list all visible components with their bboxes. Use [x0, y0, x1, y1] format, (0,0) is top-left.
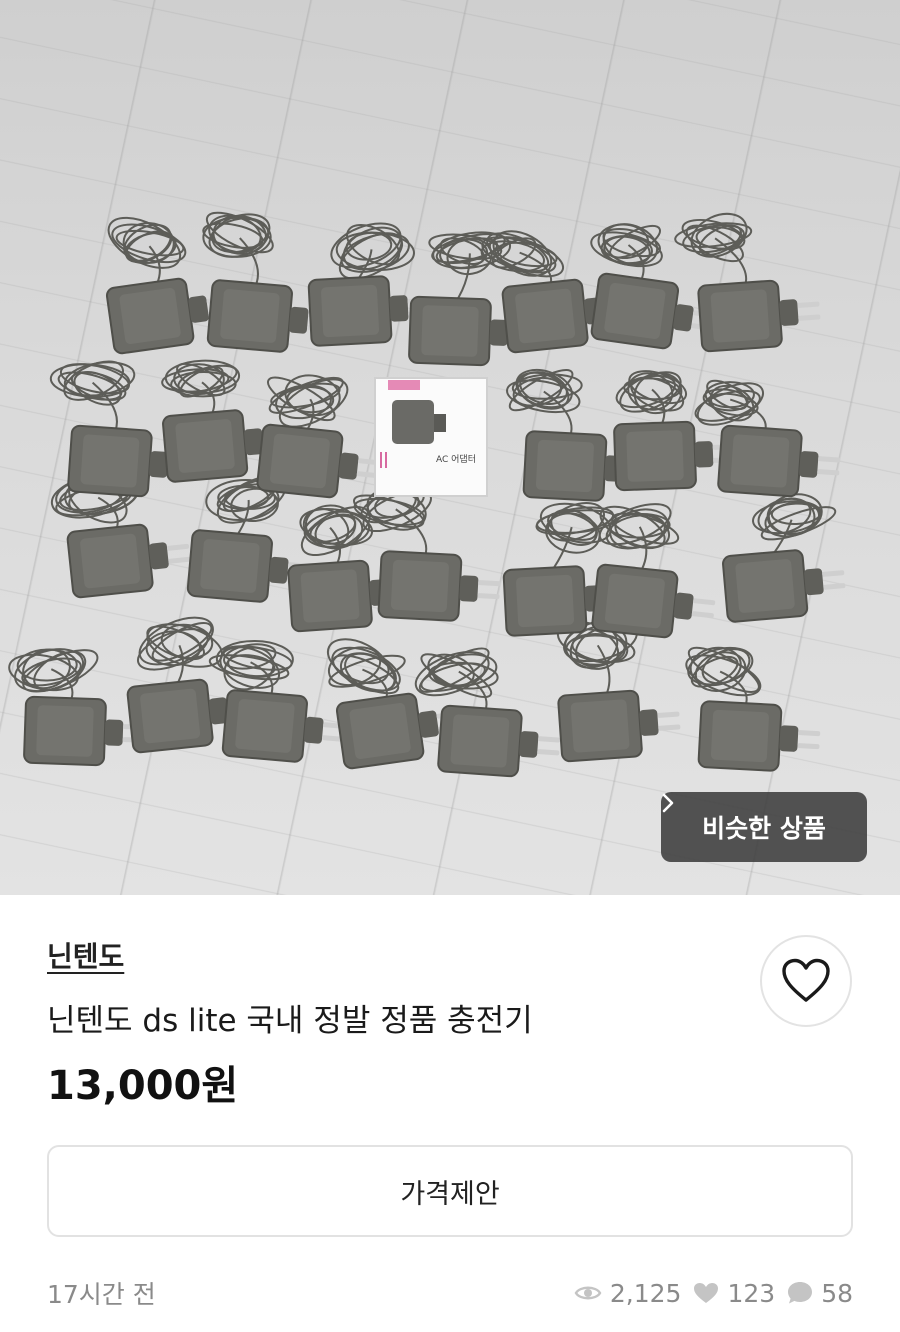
charger-adapter: [697, 279, 821, 353]
cable-coil: [674, 212, 753, 296]
product-title: 닌텐도 ds lite 국내 정발 정품 충전기: [47, 1003, 533, 1039]
chevron-right-icon: [662, 793, 674, 813]
eye-icon: [574, 1286, 602, 1300]
similar-products-label: 비슷한 상품: [702, 814, 826, 843]
charger-adapter: [437, 704, 561, 778]
chats-stat: 58: [787, 1279, 853, 1308]
product-box: AC 어댑터: [374, 377, 488, 497]
box-label: AC 어댑터: [436, 454, 476, 465]
brand-link[interactable]: 닌텐도: [47, 935, 124, 975]
stats: 2,125 123 58: [574, 1279, 853, 1308]
views-count: 2,125: [609, 1278, 682, 1308]
charger-adapter: [717, 424, 841, 498]
charger-adapter: [221, 689, 346, 763]
charger-adapter: [23, 695, 146, 767]
likes-count: 123: [727, 1278, 776, 1308]
heart-icon: [694, 1283, 719, 1303]
favorite-button[interactable]: [760, 935, 852, 1027]
charger-adapter: [557, 689, 681, 763]
charger-adapter: [697, 700, 821, 772]
posted-time: 17시간 전: [47, 1280, 156, 1309]
charger-adapter: [722, 549, 846, 623]
likes-stat: 123: [693, 1279, 775, 1308]
similar-products-button[interactable]: 비슷한 상품: [661, 792, 867, 862]
charger-adapter: [377, 550, 501, 622]
product-price: 13,000원: [47, 1063, 239, 1109]
charger-adapter: [66, 523, 191, 599]
charger-adapter: [256, 423, 381, 499]
price-offer-button[interactable]: 가격제안: [47, 1145, 853, 1237]
chargers-illustration: AC 어댑터: [8, 211, 846, 778]
product-photo[interactable]: AC 어댑터 비슷한 상품: [0, 0, 900, 895]
chats-count: 58: [821, 1278, 853, 1308]
heart-outline-icon: [782, 958, 830, 1002]
charger-adapter: [591, 563, 716, 639]
views-stat: 2,125: [574, 1278, 682, 1308]
chat-bubble-icon: [788, 1282, 813, 1304]
meta-row: 17시간 전 2,125 123 58: [47, 1276, 853, 1310]
